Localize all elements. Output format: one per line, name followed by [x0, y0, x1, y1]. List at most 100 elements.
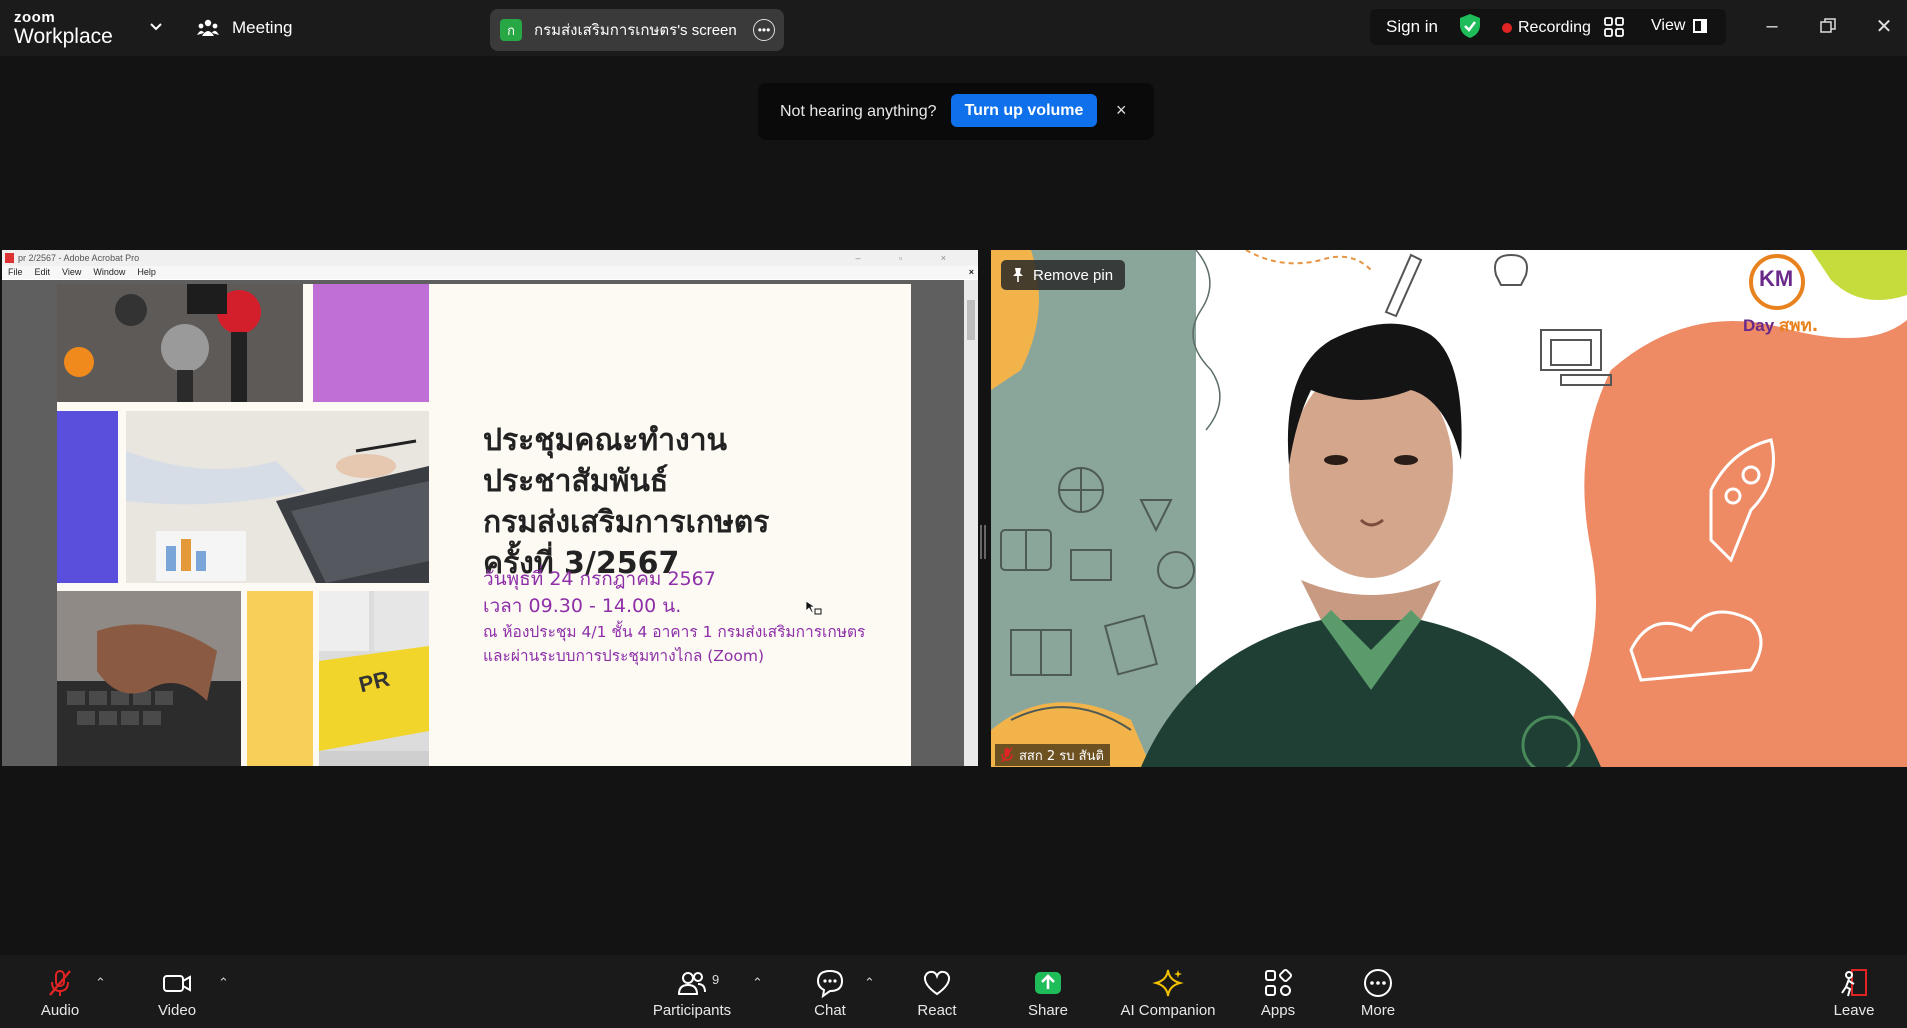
shared-screen-label: กรมส่งเสริมการเกษตร's screen [534, 22, 737, 39]
presentation-slide: PR ประชุมคณะทำงานประชาสัมพันธ์ กรมส่งเสร… [57, 284, 911, 766]
close-window-icon[interactable]: ✕ [1872, 14, 1896, 38]
km-org-word: สพท. [1778, 316, 1819, 336]
recording-label: Recording [1518, 19, 1591, 36]
security-shield-icon[interactable] [1458, 13, 1482, 39]
audio-notice: Not hearing anything? Turn up volume × [758, 83, 1154, 140]
view-label: View [1651, 17, 1686, 34]
yellow-block [247, 591, 313, 766]
participants-options-chevron-icon[interactable]: ⌃ [752, 975, 763, 991]
acrobat-doc-close-icon[interactable]: × [969, 266, 974, 279]
gallery-grid-icon[interactable] [1603, 16, 1625, 38]
audio-button[interactable]: Audio [36, 955, 84, 1028]
video-button[interactable]: Video [150, 955, 204, 1028]
slide-title-line-2: กรมส่งเสริมการเกษตร [483, 505, 770, 540]
video-camera-icon [163, 975, 191, 992]
meeting-info-button[interactable]: Meeting [196, 16, 292, 40]
heart-icon [923, 970, 951, 996]
mouse-cursor-icon [805, 600, 822, 615]
pin-icon [1013, 268, 1023, 282]
km-letters: KM [1759, 266, 1794, 291]
turn-up-volume-button[interactable]: Turn up volume [951, 94, 1097, 127]
participants-label: Participants [652, 1002, 732, 1019]
acrobat-title: pr 2/2567 - Adobe Acrobat Pro [18, 253, 140, 263]
more-label: More [1360, 1002, 1396, 1019]
menu-help[interactable]: Help [137, 266, 156, 279]
menu-edit[interactable]: Edit [35, 266, 51, 279]
apps-icon [1265, 968, 1293, 996]
chat-label: Chat [814, 1002, 846, 1019]
slide-date: วันพุธที่ 24 กรกฎาคม 2567 [483, 568, 716, 590]
pr-keyboard-photo: PR [319, 591, 429, 766]
participant-name-tag: สสก 2 รบ สันติ [995, 744, 1110, 766]
share-button[interactable]: Share [1022, 955, 1074, 1028]
slide-online: และผ่านระบบการประชุมทางไกล (Zoom) [483, 647, 765, 665]
react-label: React [917, 1002, 957, 1019]
shared-screen-indicator[interactable]: ก กรมส่งเสริมการเกษตร's screen ••• [490, 9, 784, 51]
ai-companion-button[interactable]: AI Companion [1118, 955, 1218, 1028]
acrobat-menu-bar: File Edit View Window Help × [2, 266, 978, 279]
acrobat-title-bar: pr 2/2567 - Adobe Acrobat Pro – ▫ × [2, 250, 978, 266]
menu-window[interactable]: Window [93, 266, 125, 279]
acrobat-scrollbar[interactable] [964, 280, 978, 766]
shared-screen-view[interactable]: pr 2/2567 - Adobe Acrobat Pro – ▫ × File… [2, 250, 978, 766]
muted-mic-icon [1001, 747, 1013, 763]
meeting-label: Meeting [232, 18, 293, 37]
react-button[interactable]: React [912, 955, 962, 1028]
leave-label: Leave [1833, 1002, 1875, 1019]
notice-text: Not hearing anything? [780, 103, 937, 120]
share-label: Share [1027, 1002, 1069, 1019]
close-notice-icon[interactable]: × [1116, 100, 1127, 121]
apps-button[interactable]: Apps [1256, 955, 1300, 1028]
minimize-icon[interactable]: – [1760, 14, 1784, 38]
laptop-charts-photo [126, 411, 429, 583]
sign-in-button[interactable]: Sign in [1386, 17, 1438, 37]
top-bar: zoom Workplace Meeting ก กรมส่งเสริมการเ… [0, 0, 1907, 56]
km-day-text: Day สพท. [1743, 312, 1818, 339]
panel-resize-handle[interactable] [980, 525, 988, 559]
blue-block [57, 411, 118, 583]
audio-options-chevron-icon[interactable]: ⌃ [95, 975, 106, 991]
chat-bubble-icon [816, 969, 844, 999]
remove-pin-label: Remove pin [1033, 266, 1114, 284]
purple-block [313, 284, 429, 402]
slide-title: ประชุมคณะทำงานประชาสัมพันธ์ กรมส่งเสริมก… [483, 420, 911, 584]
chevron-down-icon[interactable] [146, 17, 166, 37]
sharer-avatar: ก [500, 19, 522, 41]
restore-icon[interactable] [1816, 14, 1840, 38]
ai-companion-label: AI Companion [1120, 1002, 1216, 1019]
leave-door-icon [1841, 969, 1867, 997]
recording-indicator[interactable]: Recording [1502, 19, 1591, 37]
typing-hands-photo [57, 591, 241, 766]
brand-top-text: zoom [14, 9, 56, 26]
more-button[interactable]: More [1354, 955, 1402, 1028]
chat-options-chevron-icon[interactable]: ⌃ [864, 975, 875, 991]
more-options-icon[interactable]: ••• [753, 19, 775, 41]
share-screen-icon [1035, 972, 1061, 994]
participants-button[interactable]: Participants [650, 955, 734, 1028]
muted-microphone-icon [49, 970, 71, 996]
acrobat-window-controls: – ▫ × [855, 253, 964, 263]
participants-count: 9 [712, 972, 720, 987]
remove-pin-button[interactable]: Remove pin [1001, 260, 1126, 290]
menu-file[interactable]: File [8, 266, 23, 279]
chat-button[interactable]: Chat [805, 955, 855, 1028]
km-day-word: Day [1743, 316, 1775, 335]
participant-video[interactable]: KM Day สพท. Remove pin สสก 2 รบ สันติ [991, 250, 1907, 767]
leave-button[interactable]: Leave [1830, 955, 1878, 1028]
view-button[interactable]: View [1651, 17, 1708, 35]
slide-title-line-1: ประชุมคณะทำงานประชาสัมพันธ์ [483, 423, 728, 499]
slide-details: วันพุธที่ 24 กรกฎาคม 2567 เวลา 09.30 - 1… [483, 566, 865, 668]
pdf-icon [5, 253, 14, 263]
zoom-workplace-logo: zoom Workplace [14, 10, 113, 47]
more-dots-icon [1364, 969, 1392, 997]
audio-label: Audio [40, 1002, 80, 1019]
meeting-toolbar: Audio ⌃ Video ⌃ Participants 9 ⌃ Chat ⌃ … [0, 955, 1907, 1028]
video-label: Video [157, 1002, 197, 1019]
video-options-chevron-icon[interactable]: ⌃ [218, 975, 229, 991]
menu-view[interactable]: View [62, 266, 81, 279]
scrollbar-thumb[interactable] [967, 300, 975, 340]
meeting-people-icon [197, 19, 219, 36]
participants-icon [677, 972, 706, 995]
microphones-photo [57, 284, 303, 402]
slide-place: ณ ห้องประชุม 4/1 ชั้น 4 อาคาร 1 กรมส่งเส… [483, 623, 866, 641]
